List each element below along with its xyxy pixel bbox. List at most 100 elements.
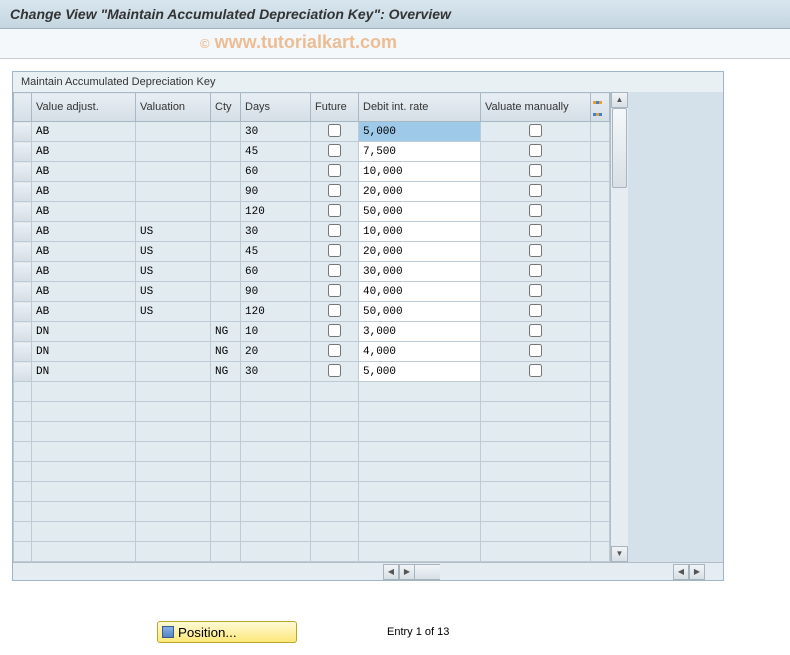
debit-input[interactable] [359, 342, 480, 361]
cell-cty[interactable] [211, 262, 241, 282]
cell-days[interactable]: 90 [241, 282, 311, 302]
cell-valuation[interactable] [136, 202, 211, 222]
cell-debit[interactable] [359, 242, 481, 262]
cell-value-adjust[interactable]: AB [32, 202, 136, 222]
cell-days[interactable]: 60 [241, 162, 311, 182]
manual-checkbox[interactable] [529, 144, 542, 157]
debit-input[interactable] [359, 222, 480, 241]
cell-manual[interactable] [481, 142, 591, 162]
cell-future[interactable] [311, 262, 359, 282]
cell-cty[interactable] [211, 182, 241, 202]
cell-valuation[interactable] [136, 362, 211, 382]
row-selector[interactable] [14, 162, 32, 182]
cell-valuation[interactable]: US [136, 282, 211, 302]
cell-valuation[interactable]: US [136, 242, 211, 262]
debit-input[interactable] [359, 242, 480, 261]
cell-cty[interactable] [211, 162, 241, 182]
scroll-track[interactable] [611, 108, 628, 546]
cell-future[interactable] [311, 182, 359, 202]
cell-days[interactable]: 10 [241, 322, 311, 342]
cell-value-adjust[interactable]: AB [32, 262, 136, 282]
future-checkbox[interactable] [328, 324, 341, 337]
future-checkbox[interactable] [328, 304, 341, 317]
manual-checkbox[interactable] [529, 264, 542, 277]
cell-cty[interactable] [211, 122, 241, 142]
future-checkbox[interactable] [328, 264, 341, 277]
hscroll-left[interactable]: ◀ [383, 564, 399, 580]
row-selector[interactable] [14, 422, 32, 442]
cell-debit[interactable] [359, 322, 481, 342]
cell-valuation[interactable] [136, 162, 211, 182]
row-selector[interactable] [14, 542, 32, 562]
cell-manual[interactable] [481, 222, 591, 242]
cell-cty[interactable] [211, 302, 241, 322]
cell-debit[interactable] [359, 342, 481, 362]
cell-future[interactable] [311, 302, 359, 322]
row-selector[interactable] [14, 342, 32, 362]
cell-future[interactable] [311, 322, 359, 342]
debit-input[interactable] [359, 322, 480, 341]
cell-value-adjust[interactable]: AB [32, 162, 136, 182]
cell-days[interactable]: 30 [241, 122, 311, 142]
horizontal-scrollbar-right[interactable]: ◀ ▶ [673, 563, 705, 580]
row-selector[interactable] [14, 222, 32, 242]
col-header-manual[interactable]: Valuate manually [481, 93, 591, 122]
row-selector[interactable] [14, 382, 32, 402]
scroll-up-arrow[interactable]: ▲ [611, 92, 628, 108]
cell-manual[interactable] [481, 302, 591, 322]
scroll-down-arrow[interactable]: ▼ [611, 546, 628, 562]
cell-future[interactable] [311, 342, 359, 362]
row-selector[interactable] [14, 142, 32, 162]
scroll-thumb[interactable] [612, 108, 627, 188]
manual-checkbox[interactable] [529, 244, 542, 257]
cell-manual[interactable] [481, 182, 591, 202]
cell-cty[interactable]: NG [211, 362, 241, 382]
row-selector[interactable] [14, 322, 32, 342]
col-header-valuation[interactable]: Valuation [136, 93, 211, 122]
manual-checkbox[interactable] [529, 164, 542, 177]
manual-checkbox[interactable] [529, 124, 542, 137]
cell-future[interactable] [311, 282, 359, 302]
cell-value-adjust[interactable]: DN [32, 342, 136, 362]
manual-checkbox[interactable] [529, 324, 542, 337]
row-selector[interactable] [14, 202, 32, 222]
cell-debit[interactable] [359, 122, 481, 142]
col-header-future[interactable]: Future [311, 93, 359, 122]
cell-value-adjust[interactable]: DN [32, 322, 136, 342]
cell-cty[interactable]: NG [211, 342, 241, 362]
cell-valuation[interactable] [136, 342, 211, 362]
cell-days[interactable]: 20 [241, 342, 311, 362]
cell-days[interactable]: 120 [241, 202, 311, 222]
cell-cty[interactable] [211, 242, 241, 262]
cell-debit[interactable] [359, 282, 481, 302]
cell-manual[interactable] [481, 362, 591, 382]
row-selector[interactable] [14, 122, 32, 142]
position-button[interactable]: Position... [157, 621, 297, 643]
hscroll-left-2[interactable]: ◀ [673, 564, 689, 580]
cell-manual[interactable] [481, 342, 591, 362]
manual-checkbox[interactable] [529, 184, 542, 197]
manual-checkbox[interactable] [529, 224, 542, 237]
cell-cty[interactable] [211, 282, 241, 302]
manual-checkbox[interactable] [529, 284, 542, 297]
debit-input[interactable] [359, 262, 480, 281]
row-selector[interactable] [14, 262, 32, 282]
cell-valuation[interactable] [136, 322, 211, 342]
cell-debit[interactable] [359, 182, 481, 202]
future-checkbox[interactable] [328, 344, 341, 357]
cell-manual[interactable] [481, 282, 591, 302]
cell-valuation[interactable]: US [136, 302, 211, 322]
debit-input[interactable] [359, 142, 480, 161]
col-header-days[interactable]: Days [241, 93, 311, 122]
row-selector[interactable] [14, 502, 32, 522]
future-checkbox[interactable] [328, 284, 341, 297]
future-checkbox[interactable] [328, 244, 341, 257]
cell-manual[interactable] [481, 162, 591, 182]
row-selector[interactable] [14, 522, 32, 542]
row-selector[interactable] [14, 442, 32, 462]
col-header-value-adjust[interactable]: Value adjust. [32, 93, 136, 122]
cell-valuation[interactable] [136, 122, 211, 142]
hscroll-right-2[interactable]: ▶ [689, 564, 705, 580]
debit-input[interactable] [359, 122, 480, 141]
cell-debit[interactable] [359, 362, 481, 382]
